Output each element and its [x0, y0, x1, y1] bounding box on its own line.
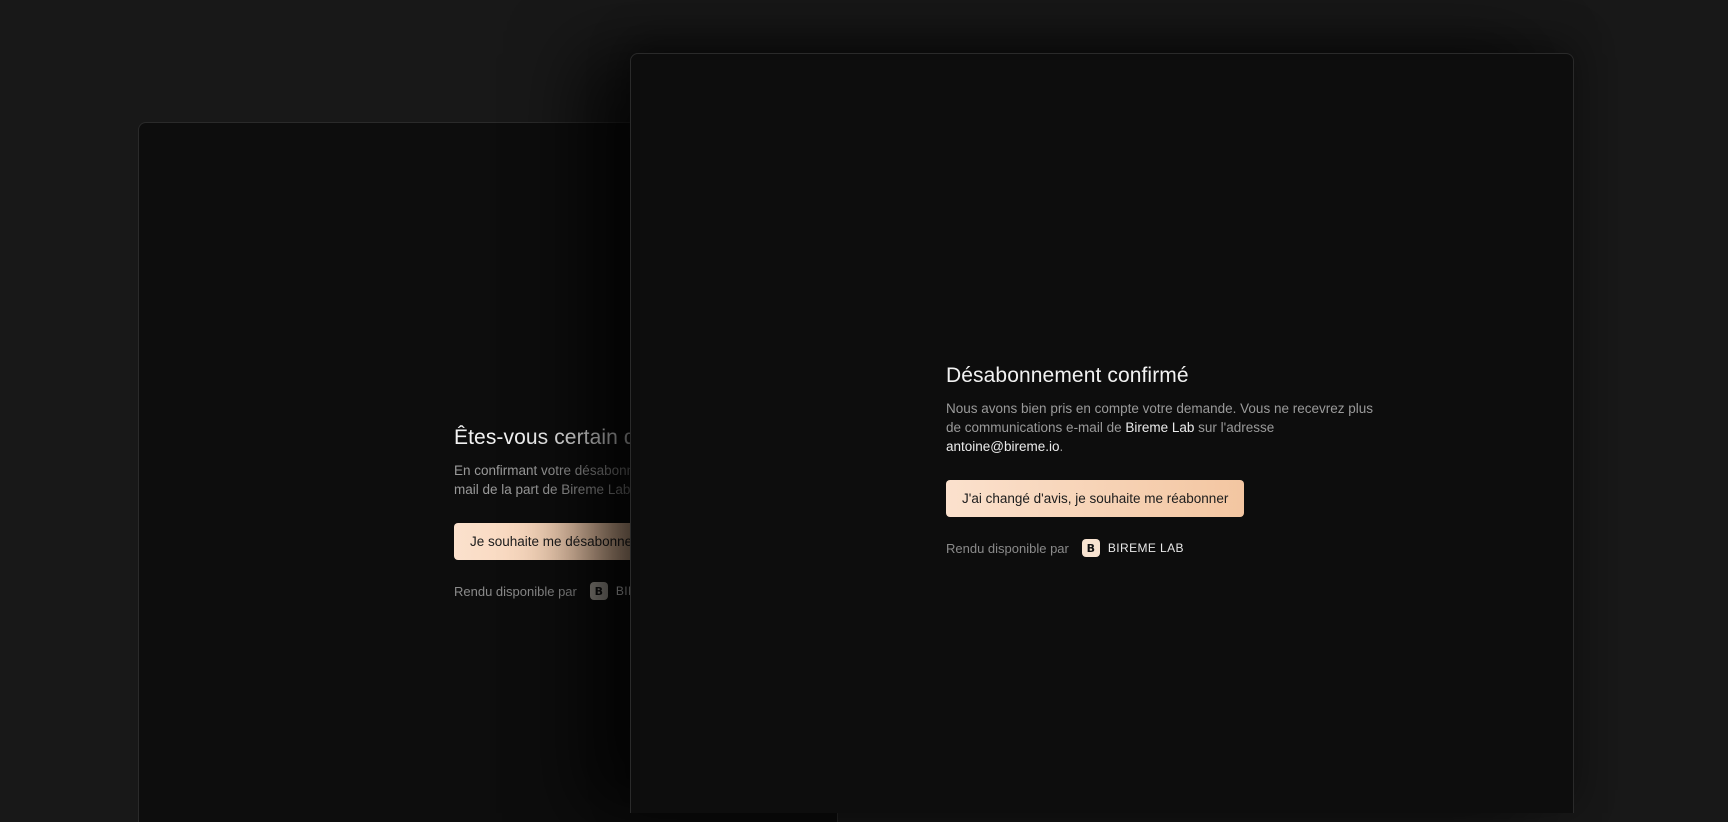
unsubscribe-confirmed-content: Désabonnement confirmé Nous avons bien p…: [946, 363, 1386, 557]
confirmation-description: Nous avons bien pris en compte votre dem…: [946, 399, 1386, 456]
unsubscribe-button[interactable]: Je souhaite me désabonner: [454, 523, 653, 560]
bireme-lab-logo-icon: B: [1081, 539, 1100, 557]
email-address: antoine@bireme.io: [946, 439, 1060, 454]
powered-by-label: Rendu disponible par: [454, 583, 577, 599]
description-text: .: [1059, 439, 1064, 454]
powered-by-label: Rendu disponible par: [946, 540, 1069, 556]
unsubscribe-confirmed-panel: Désabonnement confirmé Nous avons bien p…: [630, 53, 1574, 813]
powered-by: Rendu disponible par B BIREME LAB: [946, 539, 1386, 557]
brand-name[interactable]: BIREME LAB: [1108, 541, 1184, 555]
bireme-lab-logo-icon: B: [589, 582, 608, 600]
company-name: Bireme Lab: [1125, 420, 1195, 435]
resubscribe-button[interactable]: J'ai changé d'avis, je souhaite me réabo…: [946, 480, 1245, 517]
description-text: sur l'adresse: [1194, 420, 1275, 435]
confirmation-title: Désabonnement confirmé: [946, 364, 1189, 387]
